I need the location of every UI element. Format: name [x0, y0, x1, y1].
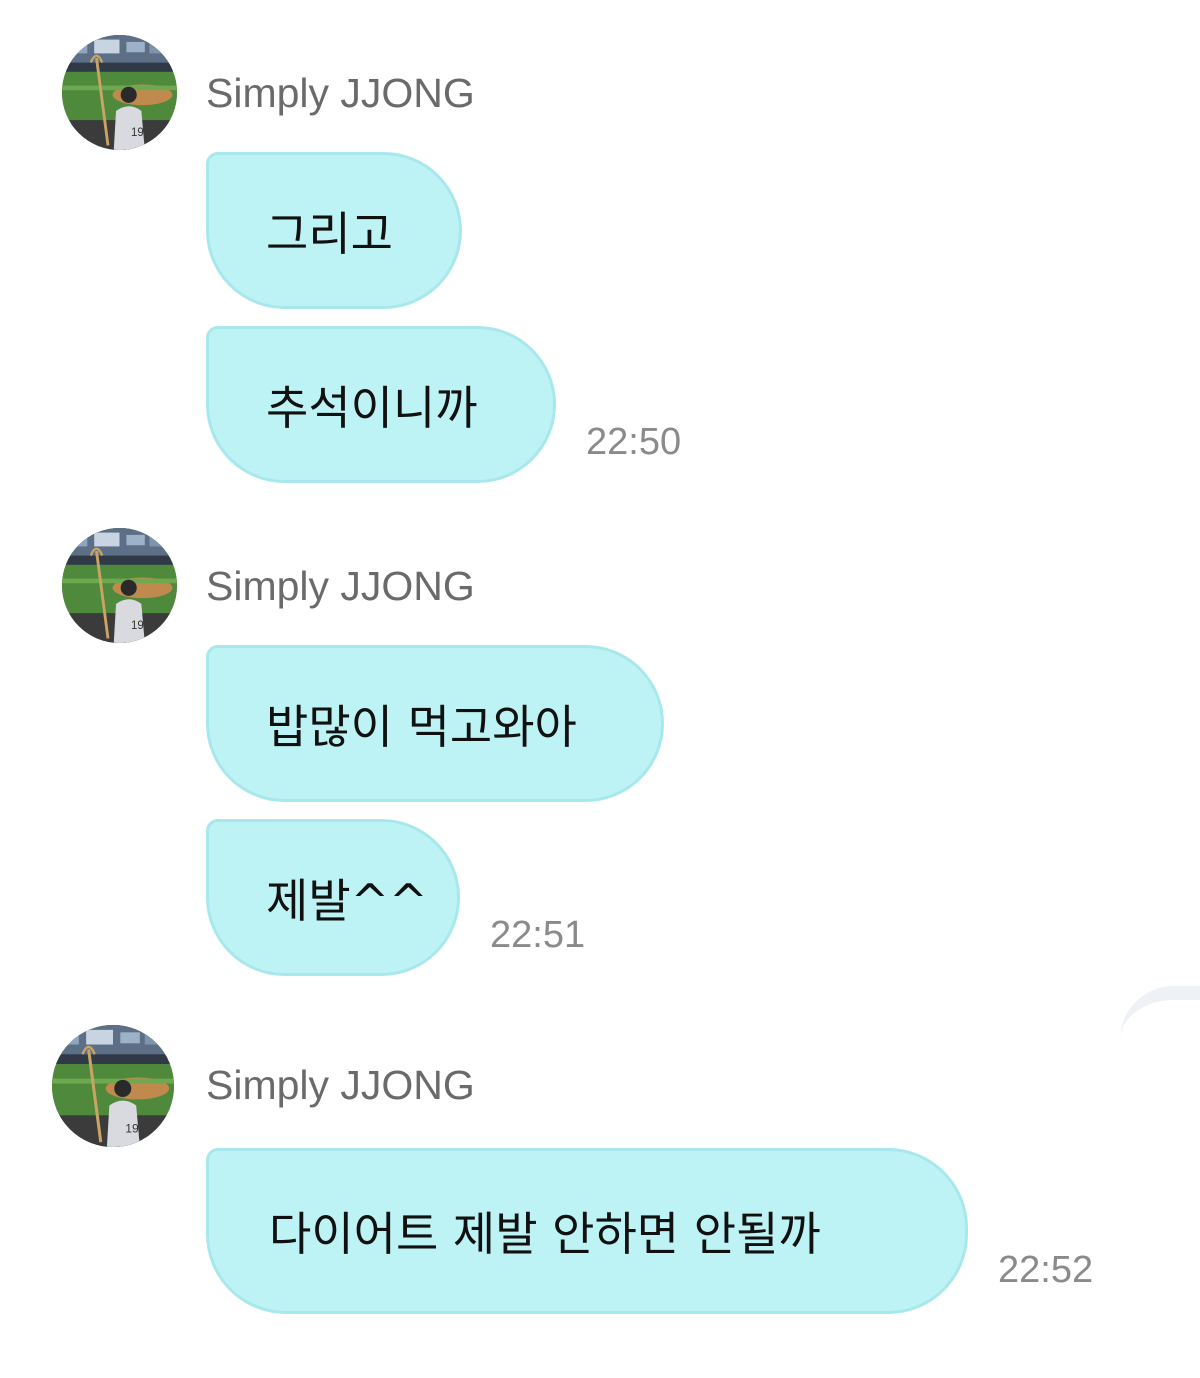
message-bubble[interactable]: 제발^^ — [206, 819, 460, 976]
message-bubble[interactable]: 그리고 — [206, 152, 462, 309]
scroll-edge-decoration — [1120, 986, 1200, 1040]
sender-name[interactable]: Simply JJONG — [206, 566, 475, 607]
message-text: 제발^^ — [266, 873, 428, 928]
message-bubble[interactable]: 다이어트 제발 안하면 안될까 — [206, 1148, 968, 1314]
message-timestamp: 22:52 — [998, 1249, 1094, 1291]
baseball-stadium-avatar-icon — [62, 528, 177, 643]
message-bubble[interactable]: 추석이니까 — [206, 326, 556, 483]
baseball-stadium-avatar-icon — [52, 1025, 174, 1147]
sender-avatar[interactable] — [52, 1025, 174, 1147]
sender-avatar[interactable] — [62, 528, 177, 643]
message-text: 추석이니까 — [266, 380, 478, 435]
sender-name[interactable]: Simply JJONG — [206, 73, 475, 114]
message-text: 밥많이 먹고와아 — [266, 699, 577, 754]
message-text: 그리고 — [266, 206, 393, 261]
message-timestamp: 22:50 — [586, 421, 682, 463]
baseball-stadium-avatar-icon — [62, 35, 177, 150]
message-text: 다이어트 제발 안하면 안될까 — [269, 1207, 821, 1261]
message-timestamp: 22:51 — [490, 914, 586, 956]
sender-avatar[interactable] — [62, 35, 177, 150]
message-bubble[interactable]: 밥많이 먹고와아 — [206, 645, 664, 802]
sender-name[interactable]: Simply JJONG — [206, 1065, 475, 1106]
